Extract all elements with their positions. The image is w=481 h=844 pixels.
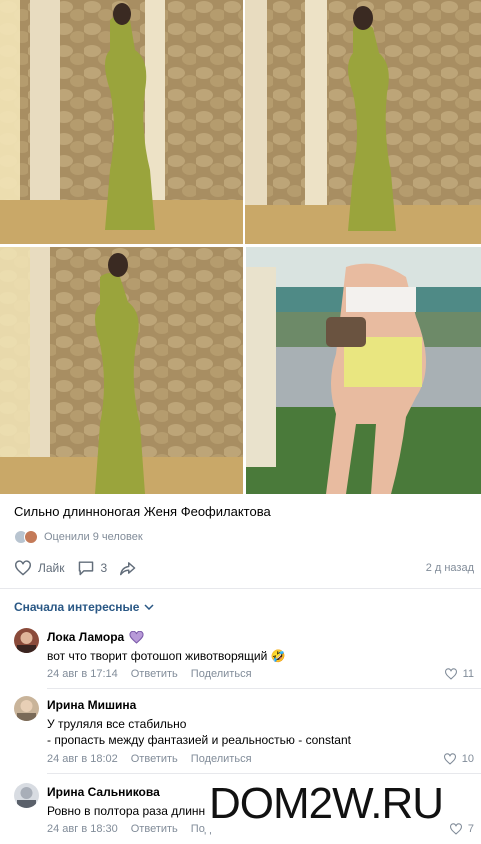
comment-text: вот что творит фотошоп животворящий 🤣 [47, 649, 286, 663]
comment-author[interactable]: Ирина Мишина [47, 698, 136, 712]
comment-like-button[interactable]: 10 [443, 753, 474, 765]
likers-summary[interactable]: Оценили 9 человек [14, 530, 143, 544]
post-caption: Сильно длинноногая Женя Феофилактова [14, 504, 271, 519]
post-actions: Лайк 3 2 д назад [14, 558, 474, 578]
heart-icon [444, 668, 457, 680]
avatar[interactable] [14, 628, 39, 653]
avatar[interactable] [14, 696, 39, 721]
comment-author-name: Ирина Сальникова [47, 785, 160, 799]
divider [0, 588, 481, 589]
heart-icon [15, 560, 31, 576]
photo-2[interactable] [245, 0, 481, 244]
comment-meta: 24 авг в 17:14 Ответить Поделиться [47, 668, 265, 680]
comments-sort[interactable]: Сначала интересные [14, 600, 154, 614]
photo-1[interactable] [0, 0, 243, 244]
comment-author-name: Ирина Мишина [47, 698, 137, 712]
likers-count-text: Оценили 9 человек [44, 531, 143, 543]
post-time: 2 д назад [425, 562, 474, 574]
share-link[interactable]: Поделиться [191, 668, 252, 680]
comment-date[interactable]: 24 авг в 18:30 [47, 823, 118, 835]
photo-3[interactable] [0, 247, 243, 494]
comment-author-name: Лока Ламора [47, 630, 125, 644]
like-label: Лайк [38, 561, 65, 575]
divider [47, 688, 481, 689]
photo-grid [0, 0, 481, 494]
share-button[interactable] [119, 560, 143, 576]
share-link[interactable]: Поделиться [191, 753, 252, 765]
comment-like-button[interactable]: 11 [444, 668, 474, 680]
reply-link[interactable]: Ответить [131, 823, 178, 835]
comment-text-line: У труляля все стабильно [47, 717, 187, 731]
like-button[interactable]: Лайк [14, 560, 65, 576]
comment-like-count: 11 [462, 668, 474, 680]
comments-count: 3 [100, 561, 108, 575]
heart-icon [443, 753, 456, 765]
divider [47, 773, 481, 774]
comment-like-count: 10 [461, 753, 474, 765]
share-icon [120, 562, 136, 576]
sort-label: Сначала интересные [14, 600, 140, 614]
comment-like-count: 7 [467, 823, 474, 835]
comment-author[interactable]: Ирина Сальникова [47, 785, 160, 799]
liker-avatar [24, 530, 38, 544]
comment-text: Ровно в полтора раза длиннее [47, 804, 219, 818]
comment-text-line: - пропасть между фантазией и реальностью… [47, 733, 351, 747]
comment-author[interactable]: Лока Ламора [47, 630, 144, 644]
avatar[interactable] [14, 783, 39, 808]
photo-4[interactable] [246, 247, 481, 494]
reply-link[interactable]: Ответить [131, 668, 178, 680]
comment-date[interactable]: 24 авг в 17:14 [47, 668, 118, 680]
chevron-down-icon [144, 604, 154, 610]
comment-text: У труляля все стабильно - пропасть между… [47, 716, 351, 748]
comment-like-button[interactable]: 7 [449, 823, 474, 835]
watermark: DOM2W.RU [205, 776, 447, 832]
comment-icon [78, 561, 93, 576]
reply-link[interactable]: Ответить [131, 753, 178, 765]
comments-button[interactable]: 3 [77, 560, 108, 576]
comment-meta: 24 авг в 18:02 Ответить Поделиться [47, 753, 265, 765]
heart-icon [449, 823, 462, 835]
badge-icon [129, 630, 144, 644]
comment-date[interactable]: 24 авг в 18:02 [47, 753, 118, 765]
